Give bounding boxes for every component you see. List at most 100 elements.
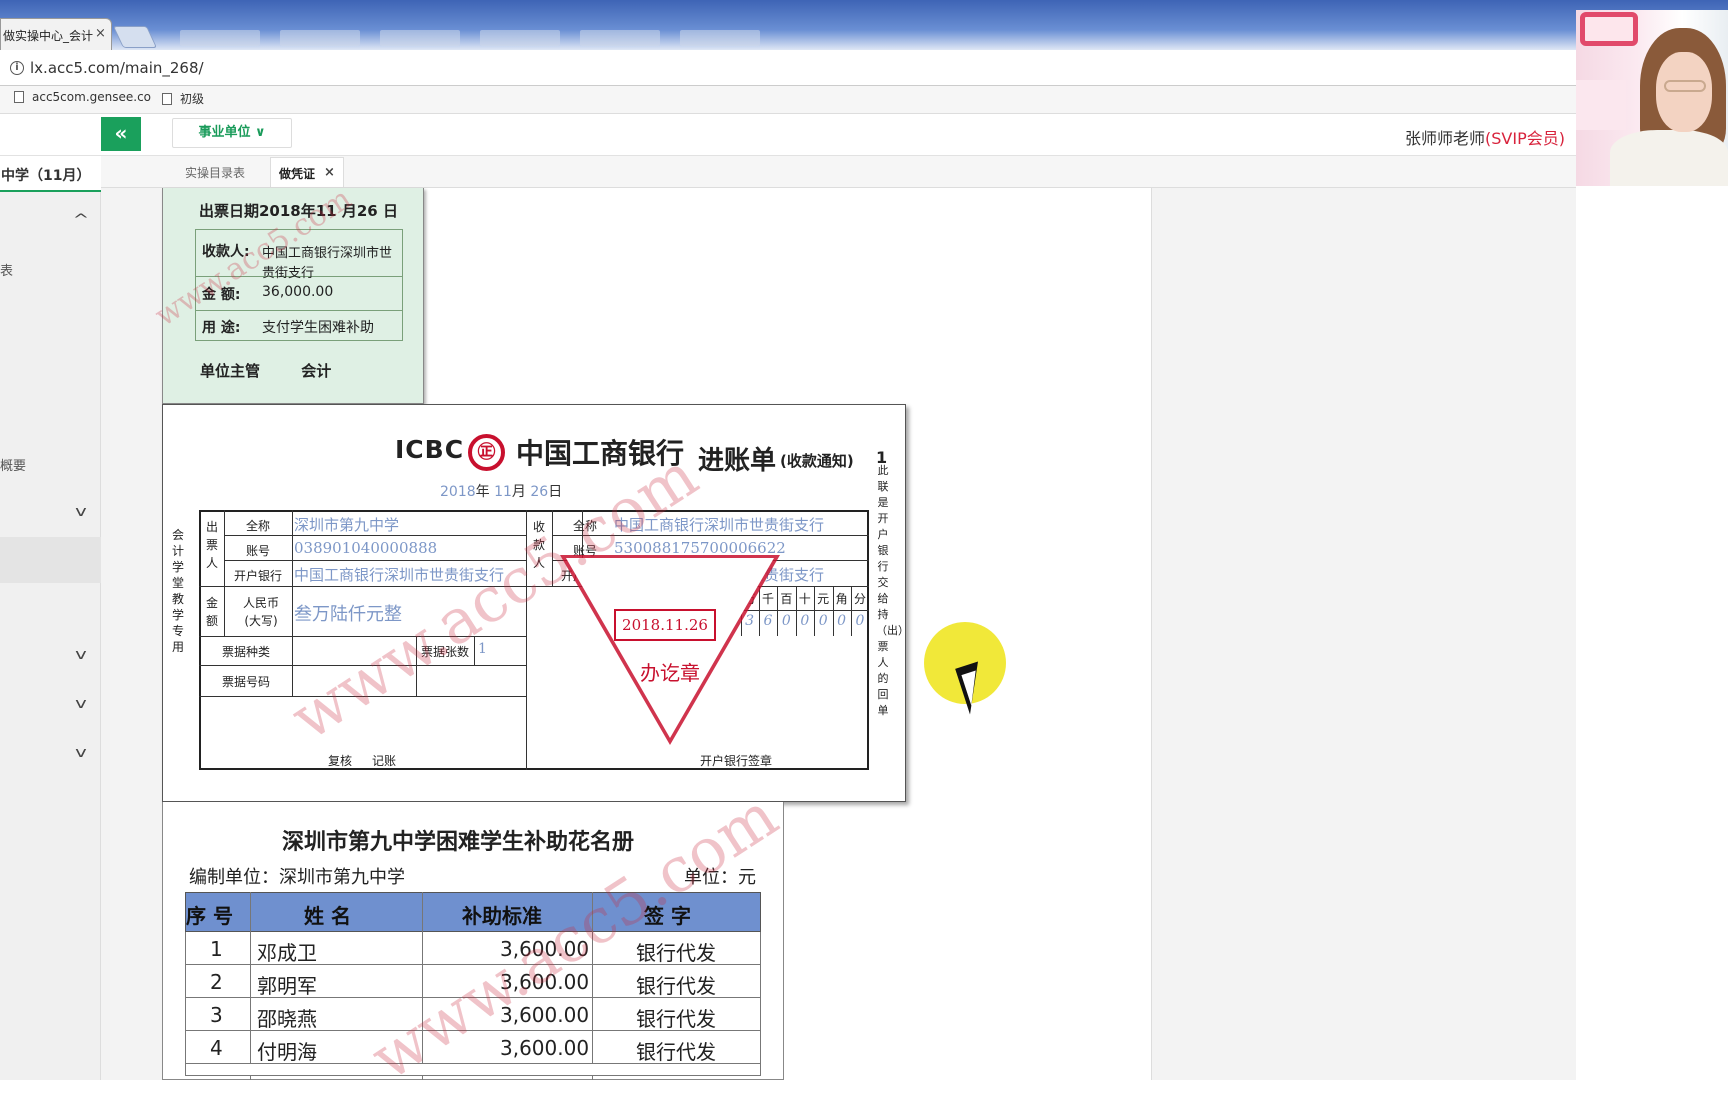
divider — [422, 892, 423, 1080]
payee-name: 中国工商银行深圳市世贵街支行 — [614, 516, 825, 534]
sidebar — [0, 156, 101, 1080]
digit-value: 0 — [818, 613, 828, 629]
header-name: 姓 名 — [304, 904, 351, 928]
digit-header: 百 — [780, 592, 793, 606]
bill-count-label: 票据张数 — [420, 645, 469, 659]
sidebar-item-selected[interactable] — [0, 537, 101, 583]
divider — [195, 310, 403, 311]
payer-name: 深圳市第九中学 — [294, 516, 400, 534]
payee-label: 收款人 — [532, 520, 545, 570]
roster-cell-no: 3 — [210, 1003, 223, 1027]
chevron-down-icon[interactable]: v — [71, 504, 91, 520]
info-icon[interactable]: i — [10, 61, 24, 75]
bookmark-item[interactable]: 初级 — [162, 90, 204, 107]
payer-fullname-label: 全称 — [245, 519, 270, 533]
stub-amount: 36,000.00 — [262, 284, 334, 300]
stub-payee-cont: 贵街支行 — [262, 266, 315, 281]
slip-date: 2018年 11月 26日 — [440, 484, 563, 500]
payer-account: 038901040000888 — [294, 539, 438, 557]
digit-value: 0 — [781, 613, 791, 629]
stub-date: 出票日期2018年11 月26 日 — [199, 202, 398, 220]
chevron-up-icon[interactable]: ^ — [71, 212, 91, 228]
digit-value: 0 — [837, 613, 847, 629]
user-info[interactable]: 张师师老师(SVIP会员) — [1405, 125, 1565, 149]
divider — [224, 560, 526, 561]
payer-bank-label: 开户银行 — [233, 569, 282, 583]
header-sign: 签 字 — [644, 904, 691, 928]
sidebar-school-label[interactable]: 中学（11月） — [0, 156, 101, 192]
payee-fullname-label: 全称 — [572, 519, 597, 533]
bookmarks-bar — [0, 86, 1576, 114]
close-tab-icon[interactable]: × — [95, 26, 106, 41]
divider — [224, 535, 526, 536]
slip-left-note: 会计学堂教学专用 — [171, 528, 184, 654]
bookmark-item[interactable]: acc5com.gensee.co — [14, 90, 151, 104]
digit-header: 角 — [835, 592, 848, 606]
payer-account-label: 账号 — [245, 544, 270, 558]
divider — [199, 636, 527, 637]
payer-bank: 中国工商银行深圳市世贵街支行 — [294, 566, 505, 584]
background-tab[interactable] — [280, 30, 360, 46]
background-tab[interactable] — [580, 30, 660, 46]
bank-stamp-inner — [566, 558, 774, 738]
divider — [526, 510, 527, 770]
roster-currency: 单位：元 — [684, 867, 756, 888]
roster-cell-name: 付明海 — [257, 1040, 317, 1064]
roster-cell-amount: 3,600.00 — [500, 1036, 590, 1060]
background-tab[interactable] — [180, 30, 260, 46]
bank-name: 中国工商银行 — [516, 437, 685, 470]
roster-cell-no: 2 — [210, 970, 223, 994]
bill-count-value: 1 — [478, 641, 487, 657]
sidebar-item[interactable]: 表 — [0, 260, 13, 279]
roster-cell-sign: 银行代发 — [636, 1007, 716, 1031]
roster-cell-name: 邵晓燕 — [257, 1007, 317, 1031]
user-name: 张师师老师 — [1405, 129, 1486, 148]
roster-unit: 编制单位：深圳市第九中学 — [189, 867, 405, 888]
presenter-glasses — [1664, 80, 1706, 92]
digit-header: 元 — [817, 592, 830, 606]
digit-header: 分 — [853, 592, 866, 606]
roster-cell-name: 邓成卫 — [257, 941, 317, 965]
roster-cell-sign: 银行代发 — [636, 1040, 716, 1064]
bookshelf-image — [1576, 80, 1626, 130]
background-tab[interactable] — [680, 30, 760, 46]
page-icon — [162, 93, 172, 105]
divider — [552, 510, 553, 586]
chevron-down-icon[interactable]: v — [71, 647, 91, 663]
roster-cell-amount: 3,600.00 — [500, 1003, 590, 1027]
chevron-down-icon[interactable]: v — [71, 745, 91, 761]
payer-label: 出票人 — [205, 520, 218, 570]
roster-cell-name: 郭明军 — [257, 974, 317, 998]
icbc-wordmark: ICBC — [395, 435, 465, 464]
digit-header: 十 — [798, 592, 811, 606]
address-bar[interactable] — [0, 50, 1576, 86]
stamp-date: 2018.11.26 — [614, 609, 716, 641]
background-tab[interactable] — [380, 30, 460, 46]
stub-signatures: 单位主管 会计 — [200, 362, 332, 380]
review-label: 复核 — [328, 754, 353, 768]
presenter-body — [1610, 130, 1728, 186]
bookkeeping-label: 记账 — [372, 754, 397, 768]
tab-catalog[interactable]: 实操目录表 — [185, 158, 245, 187]
divider — [416, 636, 417, 696]
amount-label: 金额 — [205, 596, 218, 628]
digit-value: 0 — [800, 613, 810, 629]
collapse-sidebar-button[interactable]: « — [101, 117, 141, 151]
roster-cell-no: 4 — [210, 1036, 223, 1060]
logo-icon — [1580, 12, 1638, 46]
slip-right-note: 此联是开户银行交给持（出）票人的回单 — [876, 464, 909, 717]
divider — [552, 535, 869, 536]
unit-type-select[interactable]: 事业单位 ∨ — [172, 118, 292, 148]
digit-value: 0 — [855, 613, 865, 629]
slip-subtitle: (收款通知) — [780, 452, 854, 470]
url-text[interactable]: lx.acc5.com/main_268/ — [30, 59, 204, 77]
roster-cell-sign: 银行代发 — [636, 941, 716, 965]
stamp-text: 办讫章 — [640, 661, 700, 685]
chevron-down-icon[interactable]: v — [71, 696, 91, 712]
presenter-face — [1656, 52, 1712, 132]
sidebar-item[interactable]: 概要 — [0, 455, 26, 474]
roster-cell-no: 1 — [210, 937, 223, 961]
slip-title: 进账单 — [698, 446, 777, 476]
close-icon[interactable]: × — [324, 165, 335, 180]
background-tab[interactable] — [480, 30, 560, 46]
